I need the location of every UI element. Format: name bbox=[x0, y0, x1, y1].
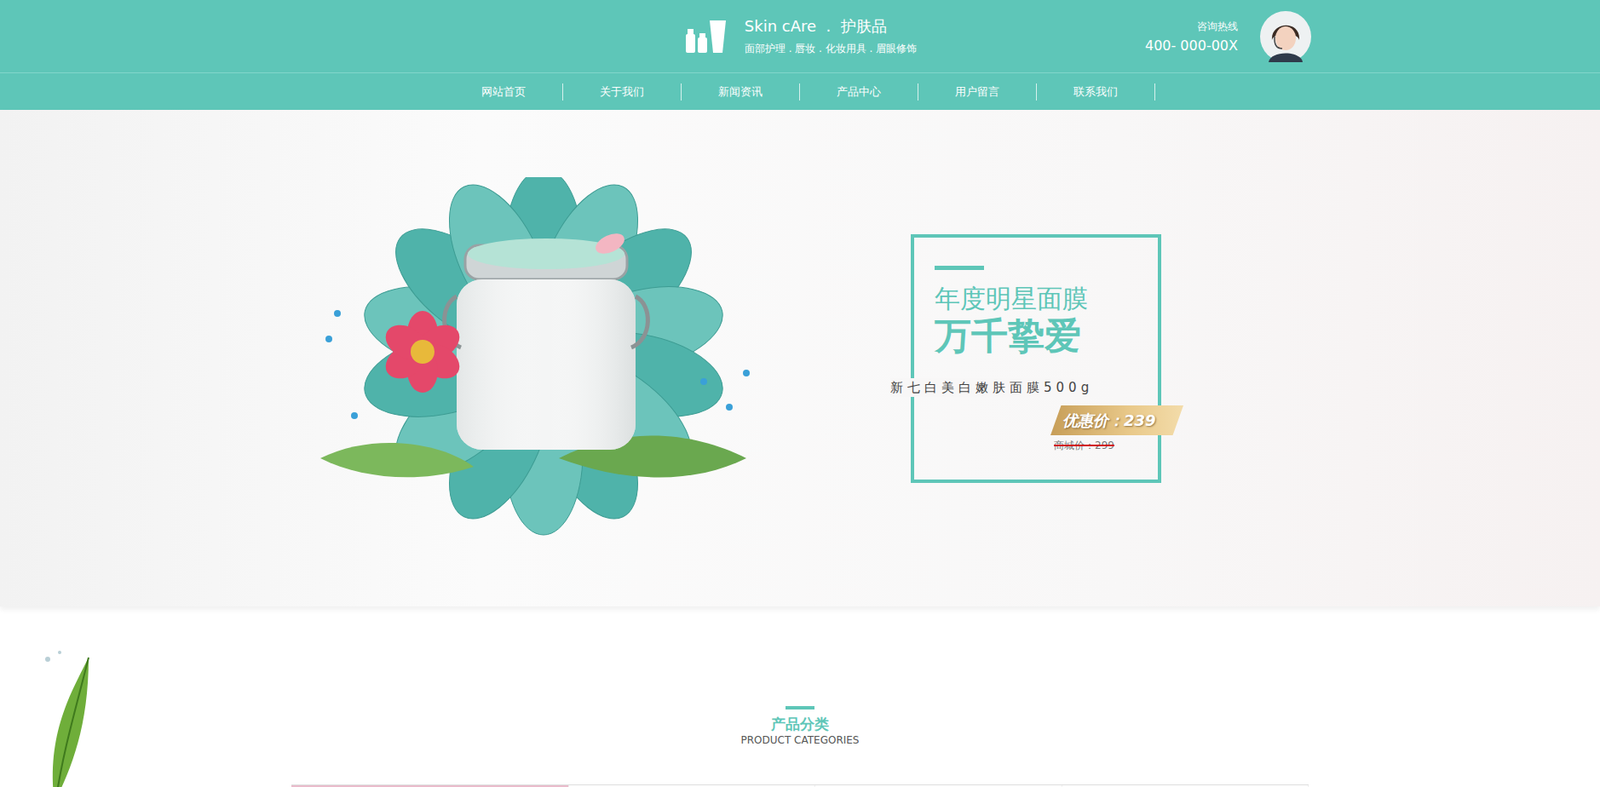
promo-subtitle: 年度明星面膜 bbox=[934, 283, 1138, 315]
logo[interactable]: Skin cAre . 护肤品面部护理 . 唇妆 . 化妆用具 . 眉眼修饰 bbox=[683, 16, 917, 57]
header: Skin cAre . 护肤品面部护理 . 唇妆 . 化妆用具 . 眉眼修饰 咨询… bbox=[0, 0, 1600, 74]
logo-bottles-icon bbox=[683, 18, 728, 55]
header-inner: Skin cAre . 护肤品面部护理 . 唇妆 . 化妆用具 . 眉眼修饰 咨询… bbox=[288, 0, 1312, 73]
nav-item[interactable]: 新闻资讯 bbox=[681, 83, 800, 101]
leaf-icon bbox=[37, 640, 106, 787]
nav-bar: 网站首页关于我们新闻资讯产品中心用户留言联系我们 bbox=[0, 73, 1600, 110]
category-tab[interactable] bbox=[569, 785, 816, 787]
hotline-label: 咨询热线 bbox=[1197, 19, 1238, 35]
hotline-number: 400- 000-00X bbox=[1145, 37, 1238, 54]
hotline: 咨询热线 400- 000-00X bbox=[1145, 19, 1238, 54]
nav-item[interactable]: 网站首页 bbox=[444, 83, 564, 101]
tagline: 面部护理 . 唇妆 . 化妆用具 . 眉眼修饰 bbox=[744, 41, 917, 57]
nav-item[interactable]: 联系我们 bbox=[1036, 83, 1156, 101]
promo-box: 年度明星面膜万千挚爱新七白美白嫩肤面膜500g优惠价：239商城价：299 bbox=[910, 234, 1162, 484]
nav-item[interactable]: 关于我们 bbox=[563, 83, 682, 101]
page: Skin cAre . 护肤品面部护理 . 唇妆 . 化妆用具 . 眉眼修饰 咨询… bbox=[0, 0, 1600, 787]
logo-text: Skin cAre . 护肤品面部护理 . 唇妆 . 化妆用具 . 眉眼修饰 bbox=[744, 16, 917, 57]
category-tabs bbox=[291, 784, 1309, 787]
product-categories-section: 产品分类PRODUCT CATEGORIES bbox=[0, 606, 1600, 787]
hero-inner: 年度明星面膜万千挚爱新七白美白嫩肤面膜500g 优惠价：239 商城价：299 bbox=[288, 109, 1312, 607]
hero-banner: 年度明星面膜万千挚爱新七白美白嫩肤面膜500g 优惠价：239 商城价：299 bbox=[0, 109, 1600, 607]
sale-price-badge: 优惠价：239 bbox=[1050, 405, 1184, 436]
price-block: 优惠价：239 商城价：299 bbox=[1050, 405, 1184, 454]
nav-item[interactable]: 产品中心 bbox=[800, 83, 919, 101]
promo-bar bbox=[934, 265, 985, 271]
product-name: 新七白美白嫩肤面膜500g bbox=[890, 378, 1099, 398]
section-subtitle: PRODUCT CATEGORIES bbox=[741, 733, 860, 748]
section-title: 产品分类 bbox=[771, 714, 829, 734]
category-tab[interactable] bbox=[1062, 785, 1309, 787]
market-price: 商城价：299 bbox=[1050, 438, 1184, 454]
nav-item[interactable]: 用户留言 bbox=[918, 83, 1037, 101]
hotline-group: 咨询热线 400- 000-00X bbox=[1145, 11, 1312, 63]
category-tab[interactable] bbox=[291, 785, 570, 787]
brand: Skin cAre . 护肤品 bbox=[744, 16, 917, 37]
product-image bbox=[303, 177, 783, 540]
service-avatar-icon bbox=[1260, 11, 1312, 63]
promo-title: 万千挚爱 bbox=[934, 314, 1138, 359]
section-title-bar bbox=[785, 706, 815, 710]
category-tab[interactable] bbox=[815, 785, 1062, 787]
